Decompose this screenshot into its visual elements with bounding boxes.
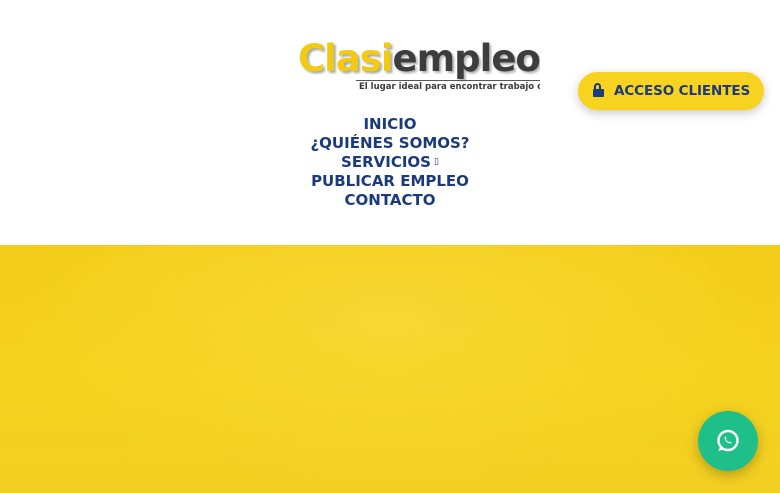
logo-empleos: empleos — [392, 37, 540, 80]
hero-glow — [0, 245, 780, 493]
nav-item-servicios[interactable]: SERVICIOS ▯ — [290, 153, 490, 172]
site-logo[interactable]: Clasiempleos El lugar ideal para encontr… — [298, 36, 540, 94]
nav-item-quienes-somos[interactable]: ¿QUIÉNES SOMOS? — [290, 134, 490, 153]
logo-divider — [356, 80, 540, 81]
nav-item-publicar-empleo[interactable]: PUBLICAR EMPLEO — [290, 172, 490, 191]
logo-tagline: El lugar ideal para encontrar trabajo o … — [359, 82, 540, 92]
whatsapp-button[interactable] — [698, 411, 758, 471]
access-clients-label: ACCESO CLIENTES — [614, 83, 751, 99]
whatsapp-icon — [717, 429, 739, 452]
nav-item-inicio[interactable]: INICIO — [290, 115, 490, 134]
hero-banner — [0, 245, 780, 493]
nav-item-servicios-label: SERVICIOS — [341, 153, 431, 171]
logo-wordmark: Clasiempleos — [298, 36, 540, 82]
dropdown-caret-icon: ▯ — [433, 157, 439, 167]
access-clients-button[interactable]: ACCESO CLIENTES — [578, 72, 764, 110]
lock-icon — [593, 83, 604, 97]
nav-item-contacto[interactable]: CONTACTO — [290, 191, 490, 210]
site-header: Clasiempleos El lugar ideal para encontr… — [0, 0, 780, 245]
main-nav: INICIO ¿QUIÉNES SOMOS? SERVICIOS ▯ PUBLIC… — [290, 115, 490, 210]
logo-clasi: Clasi — [298, 37, 394, 80]
